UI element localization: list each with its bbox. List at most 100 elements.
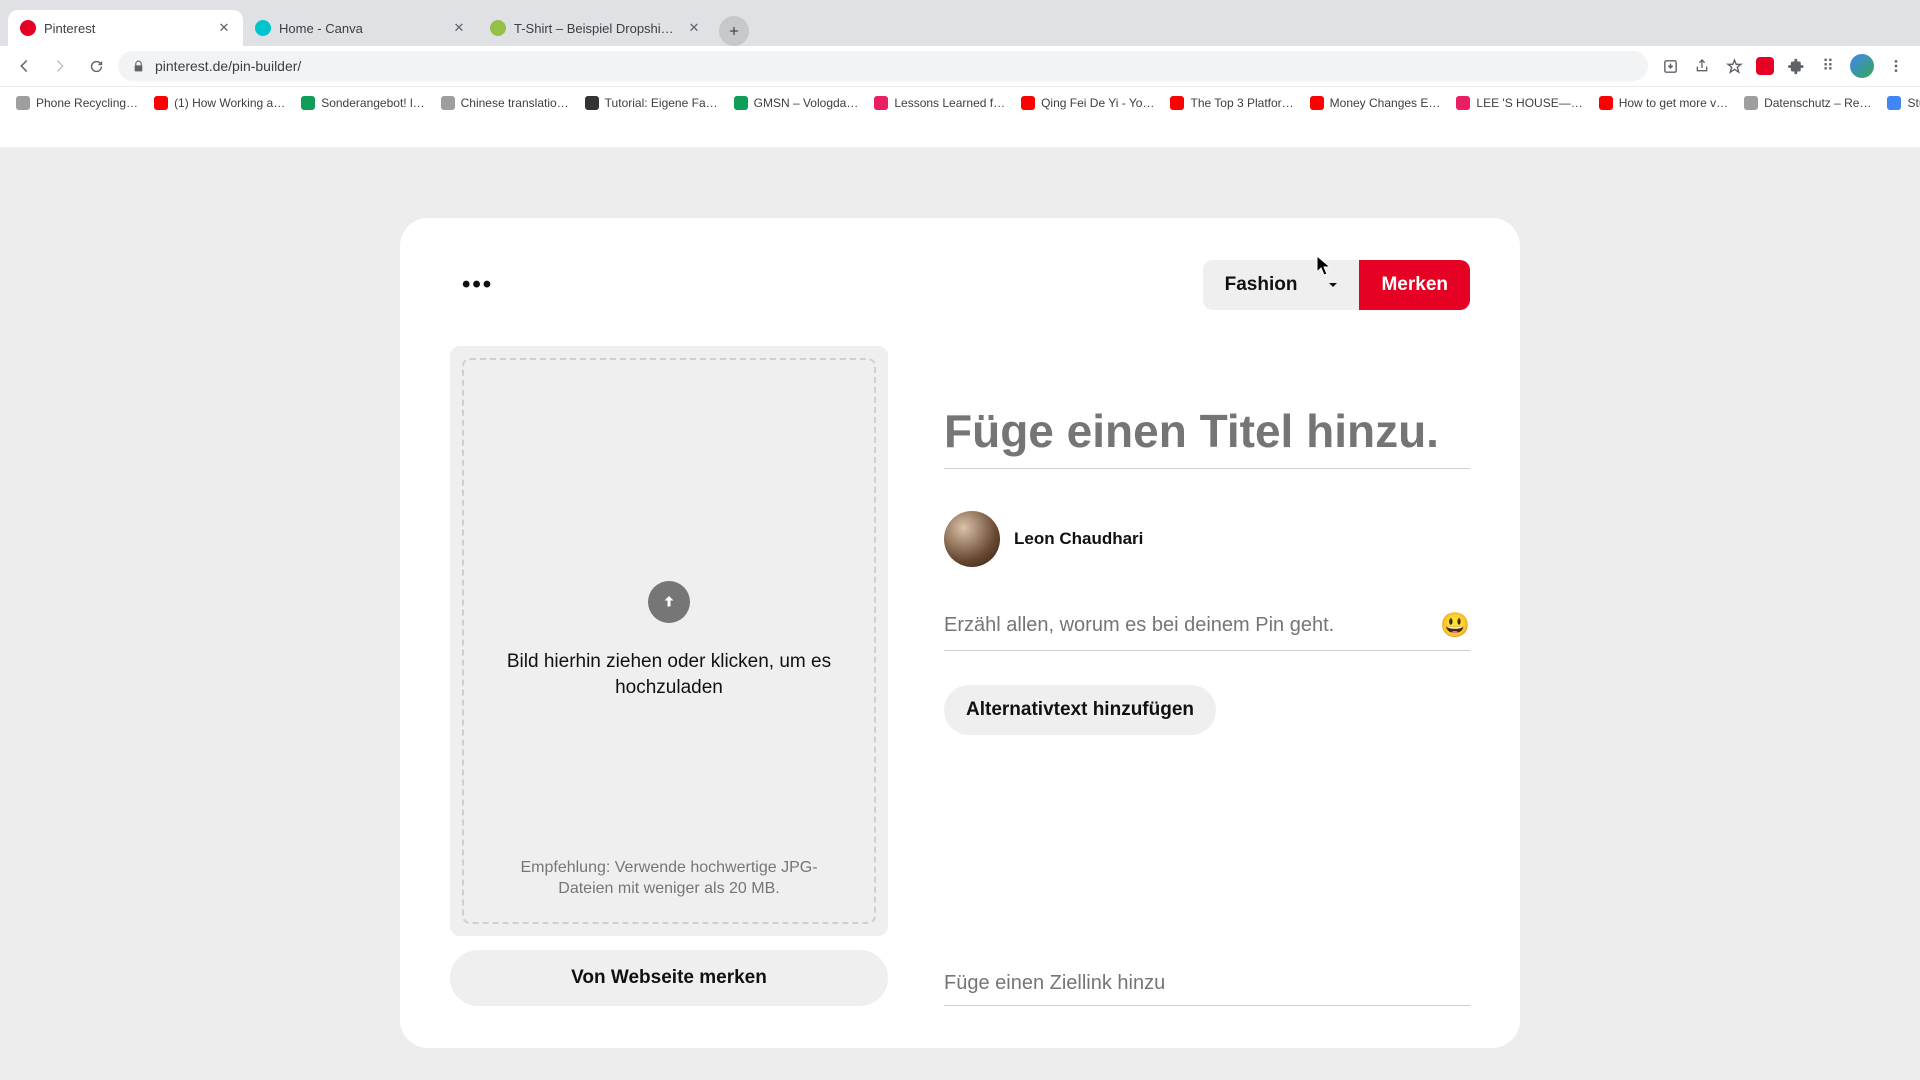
alt-text-button[interactable]: Alternativtext hinzufügen xyxy=(944,685,1216,735)
emoji-icon[interactable]: 😃 xyxy=(1440,611,1470,640)
bookmark-favicon-icon xyxy=(154,96,168,110)
url-text: pinterest.de/pin-builder/ xyxy=(155,58,301,74)
tab-strip: Pinterest ✕ Home - Canva ✕ T-Shirt – Bei… xyxy=(0,0,1920,46)
bookmark-label: Chinese translatio… xyxy=(461,96,569,110)
bookmark-item[interactable]: Phone Recycling… xyxy=(10,90,144,116)
back-button[interactable] xyxy=(10,52,38,80)
install-icon[interactable] xyxy=(1660,56,1680,76)
lock-icon xyxy=(132,60,145,73)
dropzone-text: Bild hierhin ziehen oder klicken, um es … xyxy=(494,649,844,700)
board-name: Fashion xyxy=(1225,274,1298,296)
bookmark-item[interactable]: The Top 3 Platfor… xyxy=(1164,90,1299,116)
board-select[interactable]: Fashion xyxy=(1203,260,1360,310)
author-name: Leon Chaudhari xyxy=(1014,529,1143,549)
new-tab-button[interactable] xyxy=(719,16,749,46)
bookmark-favicon-icon xyxy=(1021,96,1035,110)
bookmark-favicon-icon xyxy=(1744,96,1758,110)
bookmark-item[interactable]: Student Wants an… xyxy=(1881,90,1920,116)
bookmark-favicon-icon xyxy=(874,96,888,110)
dropzone-hint: Empfehlung: Verwende hochwertige JPG-Dat… xyxy=(494,858,844,900)
bookmarks-bar: Phone Recycling… (1) How Working a… Sond… xyxy=(0,86,1920,118)
bookmark-label: LEE 'S HOUSE—… xyxy=(1476,96,1582,110)
bookmark-label: Datenschutz – Re… xyxy=(1764,96,1871,110)
favicon-icon xyxy=(255,20,271,36)
close-icon[interactable]: ✕ xyxy=(687,21,701,35)
chevron-down-icon xyxy=(1325,277,1341,293)
bookmark-label: The Top 3 Platfor… xyxy=(1190,96,1293,110)
tab-title: T-Shirt – Beispiel Dropshippin… xyxy=(514,21,679,36)
bookmark-item[interactable]: (1) How Working a… xyxy=(148,90,291,116)
bookmark-item[interactable]: Sonderangebot! l… xyxy=(295,90,430,116)
toolbar-right: ⠿ xyxy=(1656,54,1910,78)
bookmark-item[interactable]: Datenschutz – Re… xyxy=(1738,90,1877,116)
browser-tab[interactable]: Home - Canva ✕ xyxy=(243,10,478,46)
board-save-group: Fashion Merken xyxy=(1203,260,1470,310)
bookmark-label: Tutorial: Eigene Fa… xyxy=(605,96,718,110)
forward-button[interactable] xyxy=(46,52,74,80)
tab-title: Home - Canva xyxy=(279,21,444,36)
bookmark-favicon-icon xyxy=(1456,96,1470,110)
kebab-icon[interactable] xyxy=(1886,56,1906,76)
page-header-strip xyxy=(0,118,1920,148)
upload-icon xyxy=(648,581,690,623)
bookmark-label: Sonderangebot! l… xyxy=(321,96,424,110)
bookmark-favicon-icon xyxy=(16,96,30,110)
favicon-icon xyxy=(20,20,36,36)
bookmark-label: Student Wants an… xyxy=(1907,96,1920,110)
details-column: Leon Chaudhari 😃 Alternativtext hinzufüg… xyxy=(944,346,1470,1006)
bookmark-label: (1) How Working a… xyxy=(174,96,285,110)
bookmark-favicon-icon xyxy=(1170,96,1184,110)
reload-button[interactable] xyxy=(82,52,110,80)
bookmark-favicon-icon xyxy=(585,96,599,110)
destination-link-input[interactable] xyxy=(944,972,1470,1006)
browser-chrome: Pinterest ✕ Home - Canva ✕ T-Shirt – Bei… xyxy=(0,0,1920,118)
author-row: Leon Chaudhari xyxy=(944,511,1470,567)
share-icon[interactable] xyxy=(1692,56,1712,76)
bookmark-label: GMSN – Vologda… xyxy=(754,96,859,110)
address-bar[interactable]: pinterest.de/pin-builder/ xyxy=(118,51,1648,81)
bookmark-favicon-icon xyxy=(441,96,455,110)
bookmark-item[interactable]: Qing Fei De Yi - Yo… xyxy=(1015,90,1160,116)
card-body: Bild hierhin ziehen oder klicken, um es … xyxy=(450,346,1470,1006)
bookmark-favicon-icon xyxy=(1887,96,1901,110)
bookmark-favicon-icon xyxy=(1599,96,1613,110)
close-icon[interactable]: ✕ xyxy=(217,21,231,35)
profile-avatar-icon[interactable] xyxy=(1850,54,1874,78)
bookmark-label: Phone Recycling… xyxy=(36,96,138,110)
bookmark-item[interactable]: LEE 'S HOUSE—… xyxy=(1450,90,1588,116)
dropzone[interactable]: Bild hierhin ziehen oder klicken, um es … xyxy=(450,346,888,936)
title-input[interactable] xyxy=(944,404,1470,469)
close-icon[interactable]: ✕ xyxy=(452,21,466,35)
pinterest-ext-icon[interactable] xyxy=(1756,57,1774,75)
address-bar-row: pinterest.de/pin-builder/ ⠿ xyxy=(0,46,1920,86)
avatar[interactable] xyxy=(944,511,1000,567)
browser-tab-active[interactable]: Pinterest ✕ xyxy=(8,10,243,46)
bookmark-item[interactable]: How to get more v… xyxy=(1593,90,1734,116)
extension-icon[interactable] xyxy=(1786,56,1806,76)
bookmark-item[interactable]: Money Changes E… xyxy=(1304,90,1447,116)
description-input[interactable] xyxy=(944,614,1430,637)
bookmark-favicon-icon xyxy=(1310,96,1324,110)
save-from-web-button[interactable]: Von Webseite merken xyxy=(450,950,888,1006)
bookmark-item[interactable]: Chinese translatio… xyxy=(435,90,575,116)
tab-title: Pinterest xyxy=(44,21,209,36)
bookmark-favicon-icon xyxy=(301,96,315,110)
bookmark-label: Qing Fei De Yi - Yo… xyxy=(1041,96,1154,110)
bookmark-label: How to get more v… xyxy=(1619,96,1728,110)
upload-column: Bild hierhin ziehen oder klicken, um es … xyxy=(450,346,888,1006)
bookmark-item[interactable]: GMSN – Vologda… xyxy=(728,90,865,116)
bookmark-label: Money Changes E… xyxy=(1330,96,1441,110)
more-options-button[interactable]: ••• xyxy=(450,271,493,299)
dropzone-inner: Bild hierhin ziehen oder klicken, um es … xyxy=(462,358,876,924)
browser-tab[interactable]: T-Shirt – Beispiel Dropshippin… ✕ xyxy=(478,10,713,46)
pin-builder-card: ••• Fashion Merken Bild hierhin ziehen o… xyxy=(400,218,1520,1048)
save-button[interactable]: Merken xyxy=(1359,260,1470,310)
bookmark-item[interactable]: Lessons Learned f… xyxy=(868,90,1011,116)
star-icon[interactable] xyxy=(1724,56,1744,76)
bookmark-item[interactable]: Tutorial: Eigene Fa… xyxy=(579,90,724,116)
bookmark-favicon-icon xyxy=(734,96,748,110)
page-canvas: ••• Fashion Merken Bild hierhin ziehen o… xyxy=(0,148,1920,1080)
bookmark-label: Lessons Learned f… xyxy=(894,96,1005,110)
description-row: 😃 xyxy=(944,611,1470,651)
menu-ext-icon[interactable]: ⠿ xyxy=(1818,56,1838,76)
